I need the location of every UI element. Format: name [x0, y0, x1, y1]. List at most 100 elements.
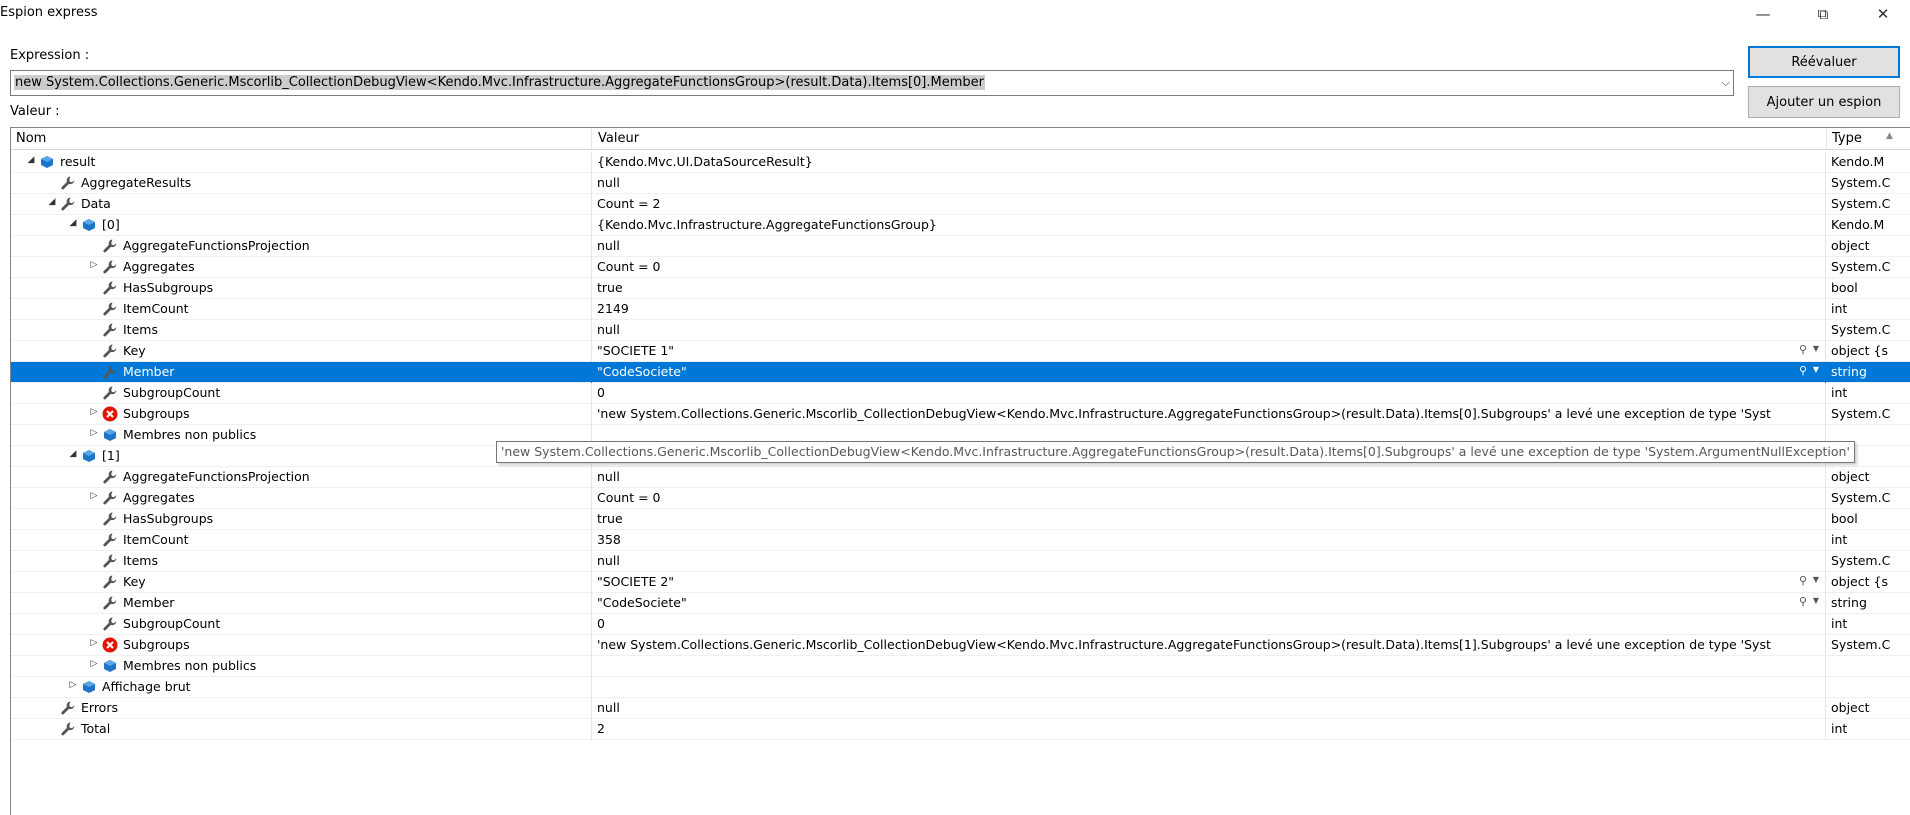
expand-icon[interactable]: ▷	[88, 260, 100, 274]
expand-icon[interactable]: ▷	[67, 680, 79, 694]
value-cell[interactable]	[593, 656, 1826, 677]
value-cell[interactable]	[593, 677, 1826, 698]
expand-icon[interactable]: ▷	[88, 407, 100, 421]
value-cell[interactable]: "SOCIETE 1" ⚲ ▼	[593, 341, 1826, 362]
magnifier-icon[interactable]: ⚲	[1799, 574, 1807, 587]
expand-icon[interactable]: ▷	[88, 638, 100, 652]
value-cell[interactable]: 'new System.Collections.Generic.Mscorlib…	[593, 635, 1826, 656]
name-cell: Items	[11, 320, 592, 341]
visualizer-dropdown-icon[interactable]: ▼	[1813, 344, 1819, 353]
expand-icon[interactable]: ▷	[88, 428, 100, 442]
value-cell[interactable]: 0	[593, 383, 1826, 404]
tree-row[interactable]: Items null System.C	[11, 320, 1910, 341]
visualizer-dropdown-icon[interactable]: ▼	[1813, 365, 1819, 374]
tree-row[interactable]: SubgroupCount 0 int	[11, 383, 1910, 404]
tree-row[interactable]: AggregateFunctionsProjection null object	[11, 467, 1910, 488]
value-cell[interactable]: 2149	[593, 299, 1826, 320]
name-cell: ▷ Membres non publics	[11, 656, 592, 677]
magnifier-icon[interactable]: ⚲	[1799, 343, 1807, 356]
column-header-name[interactable]: Nom	[11, 128, 592, 150]
object-icon	[39, 154, 55, 170]
tree-row[interactable]: ◢ Data Count = 2 System.C	[11, 194, 1910, 215]
expression-input[interactable]: new System.Collections.Generic.Mscorlib_…	[10, 70, 1734, 96]
tree-row[interactable]: ItemCount 358 int	[11, 530, 1910, 551]
object-icon	[81, 217, 97, 233]
value-cell[interactable]: null	[593, 467, 1826, 488]
tree-row[interactable]: ◢ result {Kendo.Mvc.UI.DataSourceResult} Ke…	[11, 152, 1910, 173]
row-name: [1]	[102, 448, 120, 463]
tree-row[interactable]: Key "SOCIETE 2" ⚲ ▼ object {s	[11, 572, 1910, 593]
collapse-icon[interactable]: ◢	[46, 197, 58, 211]
tree-row[interactable]: ▷ Aggregates Count = 0 System.C	[11, 257, 1910, 278]
value-cell[interactable]: "CodeSociete" ⚲ ▼	[593, 362, 1826, 383]
value-cell[interactable]: 0	[593, 614, 1826, 635]
value-cell[interactable]: 2	[593, 719, 1826, 740]
name-cell: HasSubgroups	[11, 509, 592, 530]
row-name: Key	[123, 343, 146, 358]
value-cell[interactable]: Count = 2	[593, 194, 1826, 215]
magnifier-icon[interactable]: ⚲	[1799, 364, 1807, 377]
tree-row[interactable]: ▷ Affichage brut	[11, 677, 1910, 698]
restore-button[interactable]: ⧉	[1800, 0, 1846, 28]
tree-row[interactable]: Errors null object	[11, 698, 1910, 719]
row-value: 'new System.Collections.Generic.Mscorlib…	[597, 637, 1771, 652]
tree-row[interactable]: ▷ Subgroups 'new System.Collections.Generi…	[11, 635, 1910, 656]
tree-row[interactable]: ItemCount 2149 int	[11, 299, 1910, 320]
value-cell[interactable]: Count = 0	[593, 257, 1826, 278]
type-cell: System.C	[1831, 322, 1891, 337]
close-button[interactable]: ✕	[1860, 0, 1906, 28]
name-cell: ▷ Aggregates	[11, 257, 592, 278]
value-cell[interactable]: null	[593, 320, 1826, 341]
collapse-icon[interactable]: ◢	[67, 218, 79, 232]
value-cell[interactable]: true	[593, 278, 1826, 299]
type-cell: Kendo.M	[1831, 154, 1885, 169]
expand-icon[interactable]: ▷	[88, 659, 100, 673]
collapse-icon[interactable]: ◢	[25, 155, 37, 169]
expand-icon[interactable]: ▷	[88, 491, 100, 505]
add-watch-button[interactable]: Ajouter un espion	[1748, 86, 1900, 118]
value-cell[interactable]: null	[593, 173, 1826, 194]
value-cell[interactable]: 358	[593, 530, 1826, 551]
tree-row[interactable]: ◢ [0] {Kendo.Mvc.Infrastructure.AggregateF…	[11, 215, 1910, 236]
value-cell[interactable]: Count = 0	[593, 488, 1826, 509]
reevaluate-button[interactable]: Réévaluer	[1748, 46, 1900, 78]
tree-row[interactable]: SubgroupCount 0 int	[11, 614, 1910, 635]
object-icon	[102, 658, 118, 674]
tree-row[interactable]: Total 2 int	[11, 719, 1910, 740]
value-cell[interactable]: true	[593, 509, 1826, 530]
tree-row[interactable]: ▷ Membres non publics	[11, 656, 1910, 677]
value-cell[interactable]: "SOCIETE 2" ⚲ ▼	[593, 572, 1826, 593]
magnifier-icon[interactable]: ⚲	[1799, 595, 1807, 608]
tree-row[interactable]: ▷ Subgroups 'new System.Collections.Generi…	[11, 404, 1910, 425]
tree-row[interactable]: AggregateFunctionsProjection null object	[11, 236, 1910, 257]
minimize-button[interactable]: —	[1740, 0, 1786, 28]
tree-row[interactable]: AggregateResults null System.C	[11, 173, 1910, 194]
chevron-down-icon[interactable]: ⌵	[1722, 76, 1730, 90]
name-cell: AggregateFunctionsProjection	[11, 467, 592, 488]
column-header-type[interactable]: Type	[1827, 128, 1910, 150]
visualizer-dropdown-icon[interactable]: ▼	[1813, 596, 1819, 605]
row-value: null	[597, 322, 620, 337]
column-header-value[interactable]: Valeur	[593, 128, 1827, 150]
tree-row[interactable]: HasSubgroups true bool	[11, 278, 1910, 299]
value-cell[interactable]: null	[593, 698, 1826, 719]
value-cell[interactable]: null	[593, 551, 1826, 572]
wrench-icon	[102, 259, 118, 275]
scroll-up-icon[interactable]: ▲	[1886, 131, 1893, 141]
value-cell[interactable]: {Kendo.Mvc.UI.DataSourceResult}	[593, 152, 1826, 173]
tree-row[interactable]: HasSubgroups true bool	[11, 509, 1910, 530]
tree-row[interactable]: Items null System.C	[11, 551, 1910, 572]
visualizer-dropdown-icon[interactable]: ▼	[1813, 575, 1819, 584]
type-cell: int	[1831, 301, 1848, 316]
collapse-icon[interactable]: ◢	[67, 449, 79, 463]
value-cell[interactable]: null	[593, 236, 1826, 257]
object-icon	[81, 448, 97, 464]
tree-row[interactable]: Member "CodeSociete" ⚲ ▼ string	[11, 362, 1910, 383]
tree-row[interactable]: Key "SOCIETE 1" ⚲ ▼ object {s	[11, 341, 1910, 362]
wrench-icon	[102, 553, 118, 569]
value-cell[interactable]: {Kendo.Mvc.Infrastructure.AggregateFunct…	[593, 215, 1826, 236]
value-cell[interactable]: 'new System.Collections.Generic.Mscorlib…	[593, 404, 1826, 425]
tree-row[interactable]: Member "CodeSociete" ⚲ ▼ string	[11, 593, 1910, 614]
value-cell[interactable]: "CodeSociete" ⚲ ▼	[593, 593, 1826, 614]
tree-row[interactable]: ▷ Aggregates Count = 0 System.C	[11, 488, 1910, 509]
